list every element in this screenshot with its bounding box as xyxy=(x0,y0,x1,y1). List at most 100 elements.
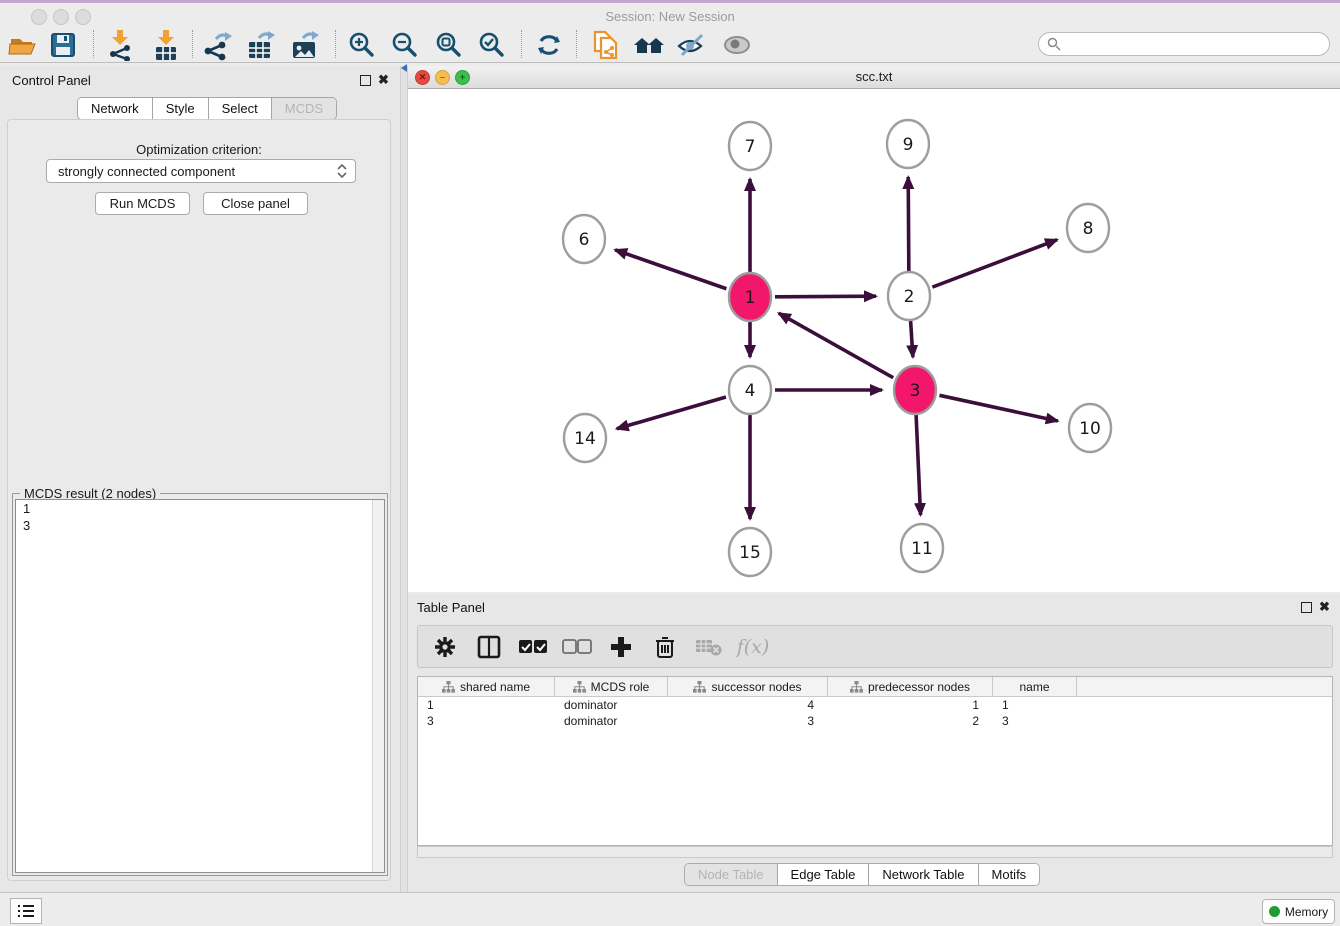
vertical-splitter[interactable] xyxy=(400,66,408,892)
import-table-icon[interactable] xyxy=(149,29,183,61)
unselect-all-columns-icon[interactable] xyxy=(562,633,592,661)
graph-node-label-8: 8 xyxy=(1083,219,1094,239)
criterion-value: strongly connected component xyxy=(47,164,337,179)
table-cell[interactable]: 1 xyxy=(993,697,1077,713)
table-cell[interactable]: dominator xyxy=(555,697,668,713)
export-image-icon[interactable] xyxy=(288,29,322,61)
control-panel-close-icon[interactable]: ✖ xyxy=(378,74,389,86)
tab-edge-table[interactable]: Edge Table xyxy=(778,864,870,885)
main-toolbar xyxy=(0,28,1340,63)
table-row[interactable]: 3dominator323 xyxy=(418,713,1332,729)
delete-column-icon[interactable] xyxy=(650,633,680,661)
show-all-icon[interactable] xyxy=(720,29,754,61)
column-header-shared-name[interactable]: shared name xyxy=(418,677,555,696)
import-network-icon[interactable] xyxy=(103,29,137,61)
search-box[interactable] xyxy=(1038,32,1330,56)
memory-button[interactable]: Memory xyxy=(1262,899,1335,924)
control-panel-float-icon[interactable] xyxy=(360,75,371,86)
tab-motifs[interactable]: Motifs xyxy=(979,864,1040,885)
table-row[interactable]: 1dominator411 xyxy=(418,697,1332,713)
table-toolbar: f(x) xyxy=(417,625,1333,668)
network-from-selection-icon[interactable] xyxy=(588,29,622,61)
table-cell[interactable]: 3 xyxy=(668,713,828,729)
graph-node-label-4: 4 xyxy=(745,381,756,401)
graph-edge-2-3[interactable] xyxy=(911,321,913,357)
splitter-collapse-icon[interactable] xyxy=(401,64,407,72)
node-table[interactable]: shared nameMCDS role successor nodes prede… xyxy=(417,676,1333,846)
column-chooser-icon[interactable] xyxy=(474,633,504,661)
tab-mcds[interactable]: MCDS xyxy=(272,98,336,119)
graph-node-label-14: 14 xyxy=(574,429,596,449)
graph-edge-3-1[interactable] xyxy=(779,313,893,378)
column-header-label: predecessor nodes xyxy=(868,680,970,694)
column-header-successor-nodes[interactable]: successor nodes xyxy=(668,677,828,696)
search-icon xyxy=(1047,37,1061,51)
run-mcds-button[interactable]: Run MCDS xyxy=(95,192,190,215)
table-cell[interactable]: 3 xyxy=(418,713,555,729)
table-cell[interactable]: 1 xyxy=(418,697,555,713)
open-session-icon[interactable] xyxy=(5,29,39,61)
function-builder-icon[interactable]: f(x) xyxy=(738,633,768,661)
select-stepper-icon xyxy=(337,163,347,179)
task-history-button[interactable] xyxy=(10,898,42,924)
close-panel-button[interactable]: Close panel xyxy=(203,192,308,215)
zoom-fit-icon[interactable] xyxy=(432,29,466,61)
table-horizontal-scrollbar[interactable] xyxy=(417,846,1333,858)
column-header-label: successor nodes xyxy=(711,680,801,694)
delete-table-icon[interactable] xyxy=(694,633,724,661)
column-header-MCDS-role[interactable]: MCDS role xyxy=(555,677,668,696)
column-header-predecessor-nodes[interactable]: predecessor nodes xyxy=(828,677,993,696)
graph-edge-2-9[interactable] xyxy=(908,177,909,271)
zoom-out-icon[interactable] xyxy=(388,29,422,61)
table-tabs: Node TableEdge TableNetwork TableMotifs xyxy=(684,863,1040,886)
hide-selected-icon[interactable] xyxy=(675,29,709,61)
table-settings-icon[interactable] xyxy=(430,633,460,661)
add-column-icon[interactable] xyxy=(606,633,636,661)
graph-edge-2-8[interactable] xyxy=(932,240,1057,287)
criterion-select[interactable]: strongly connected component xyxy=(46,159,356,183)
column-header-name[interactable]: name xyxy=(993,677,1077,696)
tab-node-table[interactable]: Node Table xyxy=(685,864,778,885)
control-panel-title: Control Panel xyxy=(12,73,91,88)
table-cell[interactable]: 3 xyxy=(993,713,1077,729)
column-type-icon xyxy=(442,681,455,693)
graph-edge-3-11[interactable] xyxy=(916,415,920,515)
control-panel: Control Panel ✖ NetworkStyleSelectMCDS O… xyxy=(0,66,400,892)
graph-edge-3-10[interactable] xyxy=(939,395,1057,421)
table-panel: Table Panel ✖ f(x) xyxy=(408,594,1340,892)
select-all-columns-icon[interactable] xyxy=(518,633,548,661)
graph-node-label-1: 1 xyxy=(745,288,756,308)
tab-network[interactable]: Network xyxy=(78,98,153,119)
table-panel-float-icon[interactable] xyxy=(1301,602,1312,613)
table-panel-close-icon[interactable]: ✖ xyxy=(1319,601,1330,613)
table-cell[interactable]: dominator xyxy=(555,713,668,729)
graph-node-label-7: 7 xyxy=(745,137,756,157)
tab-select[interactable]: Select xyxy=(209,98,272,119)
graph-edge-4-14[interactable] xyxy=(617,397,726,429)
export-table-icon[interactable] xyxy=(244,29,278,61)
export-network-icon[interactable] xyxy=(201,29,235,61)
network-view-window: ✕ – + scc.txt 7968124314101511 xyxy=(408,66,1340,592)
table-cell[interactable]: 1 xyxy=(828,697,993,713)
table-cell[interactable]: 2 xyxy=(828,713,993,729)
first-neighbors-icon[interactable] xyxy=(632,29,666,61)
refresh-icon[interactable] xyxy=(532,29,566,61)
task-list-icon xyxy=(17,904,35,918)
zoom-selected-icon[interactable] xyxy=(475,29,509,61)
optimization-criterion-label: Optimization criterion: xyxy=(8,142,390,157)
graph-edge-1-6[interactable] xyxy=(615,250,726,289)
network-window-titlebar[interactable]: ✕ – + scc.txt xyxy=(408,66,1340,89)
tab-style[interactable]: Style xyxy=(153,98,209,119)
network-canvas[interactable]: 7968124314101511 xyxy=(408,88,1340,592)
toolbar-separator xyxy=(335,30,336,58)
save-session-icon[interactable] xyxy=(46,29,80,61)
result-scrollbar[interactable] xyxy=(372,500,384,872)
graph-edge-1-2[interactable] xyxy=(775,296,876,297)
table-cell[interactable]: 4 xyxy=(668,697,828,713)
zoom-in-icon[interactable] xyxy=(345,29,379,61)
graph-node-label-11: 11 xyxy=(911,539,933,559)
search-input[interactable] xyxy=(1061,36,1315,52)
status-bar: Memory xyxy=(0,892,1340,926)
tab-network-table[interactable]: Network Table xyxy=(869,864,978,885)
mcds-result-textarea[interactable]: 13 xyxy=(15,499,385,873)
